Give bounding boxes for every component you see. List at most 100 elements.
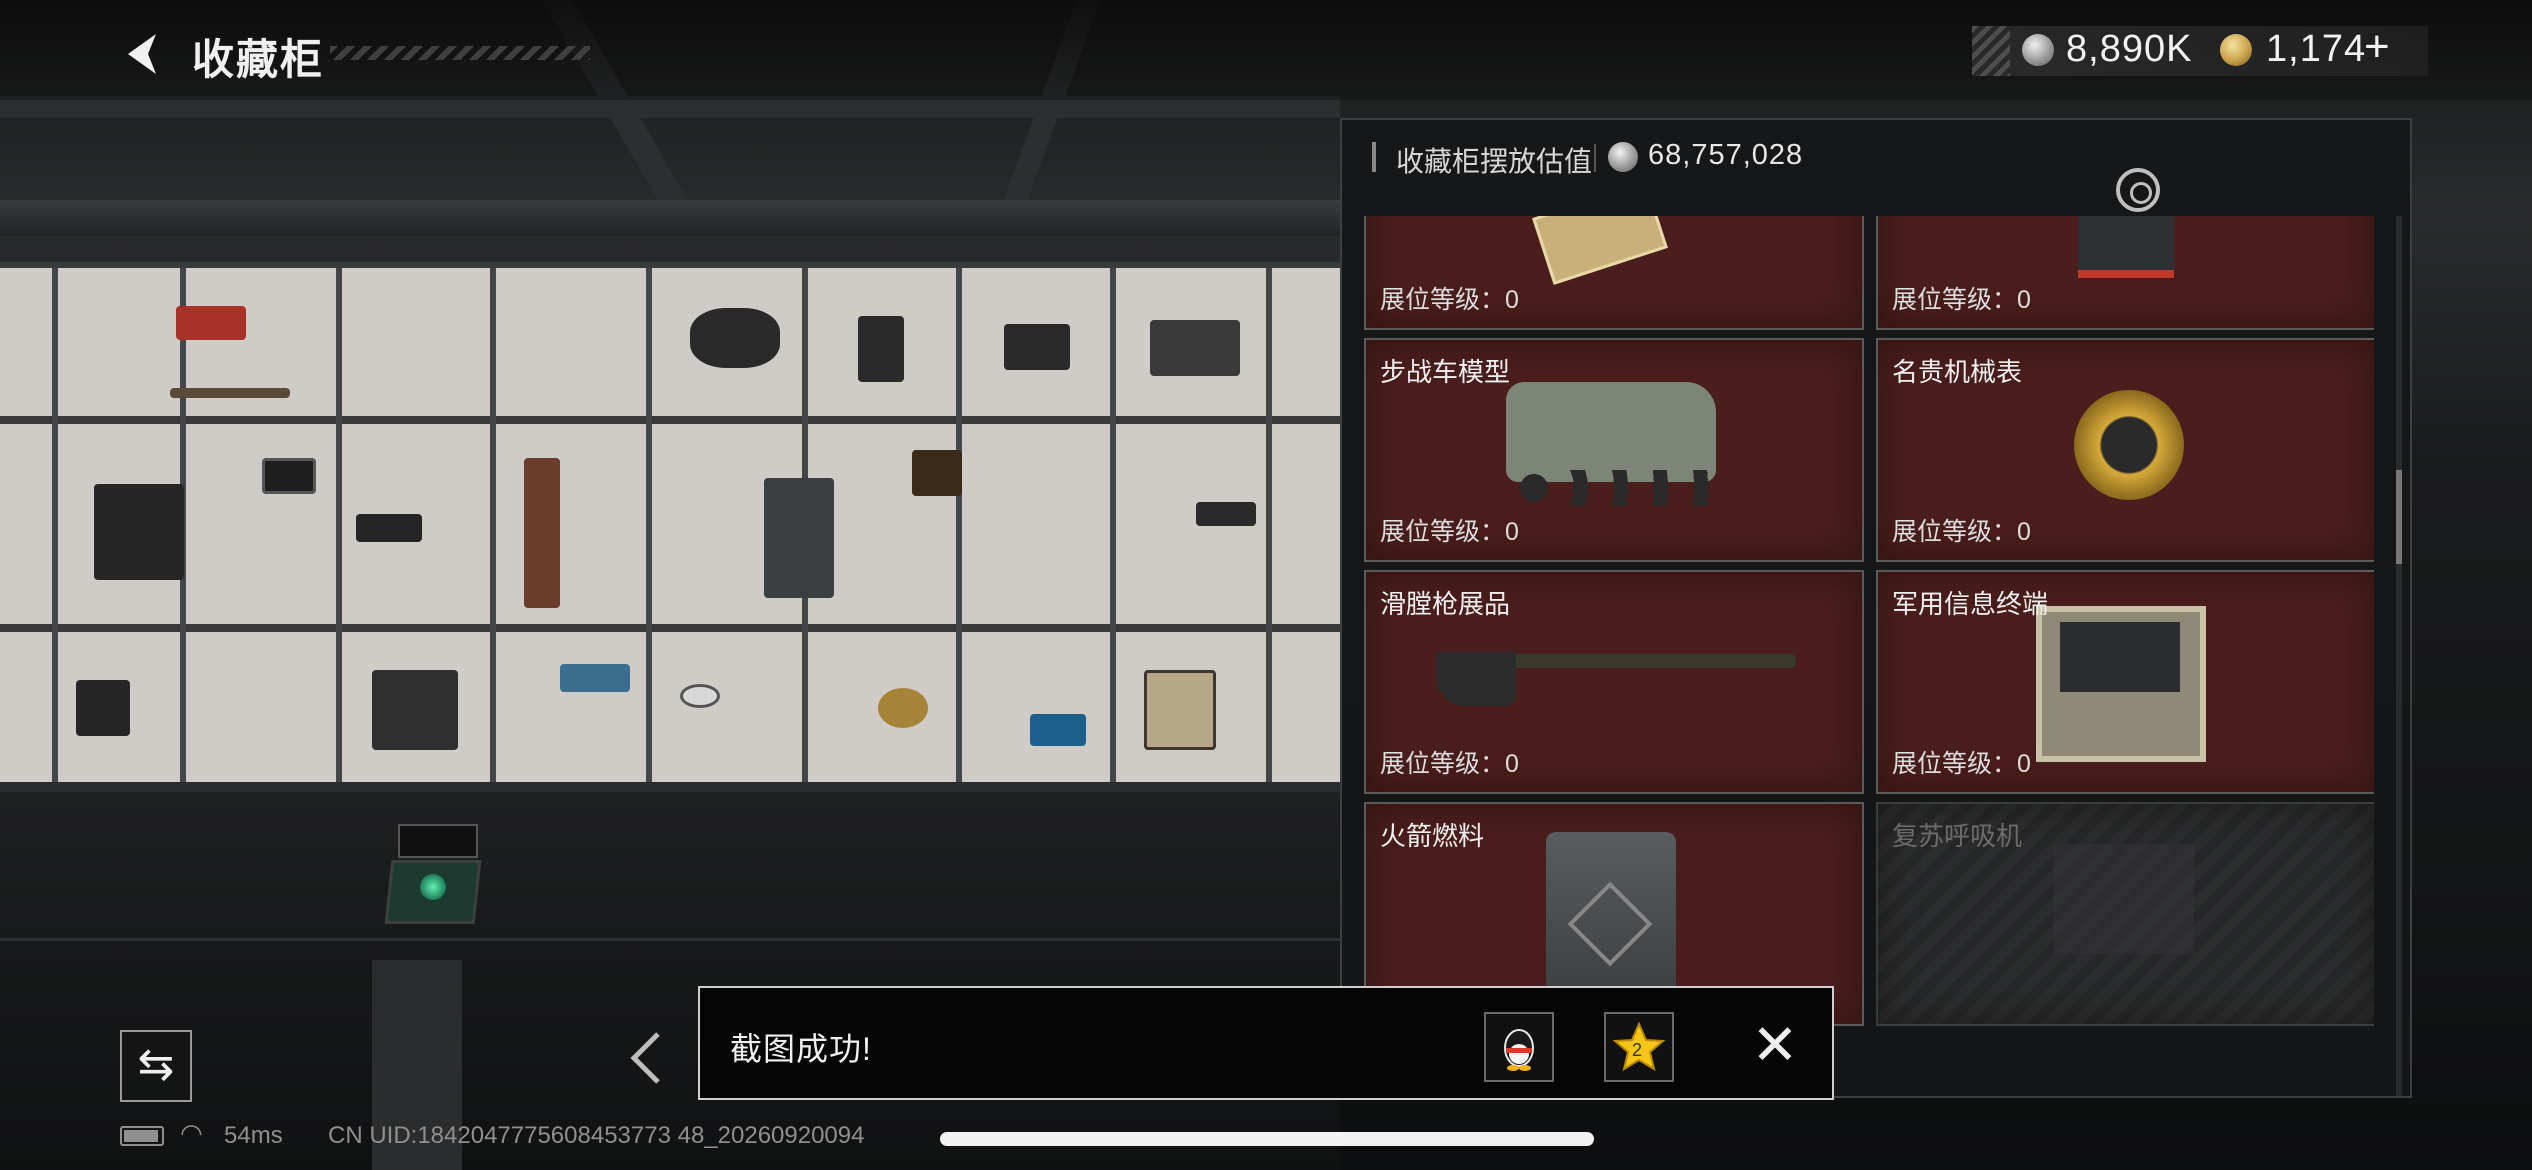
item-card[interactable]: 步战车模型 展位等级：0 <box>1364 338 1864 562</box>
item-card[interactable]: 军用信息终端 展位等级：0 <box>1876 570 2374 794</box>
collection-panel: 收藏柜摆放估值 68,757,028 展位等级：0 展位等级：0 步战车模型 展… <box>1340 118 2412 1098</box>
display-item[interactable] <box>372 670 458 750</box>
title-decoration <box>330 46 590 60</box>
item-image <box>1532 216 1668 285</box>
item-image-wheels <box>1516 470 1716 506</box>
shelf <box>0 624 1340 632</box>
display-item[interactable] <box>262 458 316 494</box>
terminal-glow-icon <box>420 874 446 900</box>
item-level: 展位等级：0 <box>1380 750 1519 778</box>
display-item[interactable] <box>524 458 560 608</box>
shelf-divider <box>1266 268 1272 782</box>
display-item[interactable] <box>680 684 720 708</box>
floor <box>0 792 1340 1170</box>
display-item[interactable] <box>690 308 780 368</box>
display-item[interactable] <box>858 316 904 382</box>
shelf-divider <box>490 268 496 782</box>
header-separator <box>1594 144 1596 172</box>
shelf-divider <box>646 268 652 782</box>
shelf-divider <box>336 268 342 782</box>
item-level: 展位等级：0 <box>1892 286 2031 314</box>
swap-arrows-icon: ⇆ <box>137 1040 175 1089</box>
display-item[interactable] <box>560 664 630 692</box>
silver-coin-icon <box>2022 34 2054 66</box>
share-qq-button[interactable] <box>1484 1012 1554 1082</box>
shelf <box>0 416 1340 424</box>
item-name: 步战车模型 <box>1380 357 1511 387</box>
floor-line <box>0 938 1340 941</box>
chevron-left-icon <box>128 34 156 74</box>
display-item[interactable] <box>1196 502 1256 526</box>
item-name: 军用信息终端 <box>1892 589 2049 619</box>
display-wall[interactable] <box>0 262 1340 792</box>
display-item[interactable] <box>764 478 834 598</box>
item-level: 展位等级：0 <box>1892 750 2031 778</box>
item-name: 滑膛枪展品 <box>1380 589 1511 619</box>
display-item[interactable] <box>912 450 962 496</box>
panel-header: 收藏柜摆放估值 68,757,028 <box>1342 120 2410 216</box>
item-image-screen <box>2060 622 2180 692</box>
item-image <box>1506 382 1716 482</box>
item-level: 展位等级：0 <box>1380 286 1519 314</box>
wifi-icon: ◠ <box>180 1118 203 1148</box>
gold-coin-icon <box>2220 34 2252 66</box>
item-image <box>2078 216 2174 278</box>
shelf-divider <box>1110 268 1116 782</box>
item-image <box>2054 844 2194 954</box>
display-item[interactable] <box>1004 324 1070 370</box>
display-item[interactable] <box>94 484 184 580</box>
uid-text: CN UID:1842047775608453773 48_2026092009… <box>328 1122 865 1149</box>
toast-message: 截图成功! <box>730 1031 872 1067</box>
terminal-sign <box>398 824 478 858</box>
item-name: 火箭燃料 <box>1380 821 1485 851</box>
previous-arrow-button[interactable] <box>626 1030 666 1086</box>
qq-icon <box>1504 1029 1534 1071</box>
shelf-divider <box>956 268 962 782</box>
battery-icon <box>120 1126 164 1146</box>
item-image <box>2074 390 2184 500</box>
ceiling-strip <box>0 200 1340 236</box>
display-item[interactable] <box>878 688 928 728</box>
display-item[interactable] <box>76 680 130 736</box>
item-card[interactable]: 滑膛枪展品 展位等级：0 <box>1364 570 1864 794</box>
close-toast-button[interactable]: ✕ <box>1740 1012 1810 1082</box>
item-name: 复苏呼吸机 <box>1892 821 2023 851</box>
item-grid[interactable]: 展位等级：0 展位等级：0 步战车模型 展位等级：0 名贵机械表 展位等级：0 … <box>1364 216 2374 1096</box>
item-card[interactable]: 展位等级：0 <box>1364 216 1864 330</box>
screenshot-toast: 截图成功! 2 ✕ <box>698 986 1834 1100</box>
item-level: 展位等级：0 <box>1892 518 2031 546</box>
share-qzone-button[interactable]: 2 <box>1604 1012 1674 1082</box>
display-item[interactable] <box>170 388 290 398</box>
valuation-value: 68,757,028 <box>1648 139 1804 171</box>
home-indicator[interactable] <box>940 1132 1594 1146</box>
scrollbar-track[interactable] <box>2396 216 2402 1096</box>
item-card[interactable]: 名贵机械表 展位等级：0 <box>1876 338 2374 562</box>
display-item[interactable] <box>1030 714 1086 746</box>
back-button[interactable] <box>118 28 170 80</box>
item-card[interactable]: 展位等级：0 <box>1876 216 2374 330</box>
item-name: 名贵机械表 <box>1892 357 2023 387</box>
silver-coin-icon <box>1608 142 1638 172</box>
display-item[interactable] <box>1144 670 1216 750</box>
display-item[interactable] <box>176 306 246 340</box>
currency-decoration <box>1972 26 2010 76</box>
silver-currency-value: 8,890K <box>2066 28 2193 70</box>
switch-view-button[interactable]: ⇆ <box>120 1030 192 1102</box>
scrollbar-thumb[interactable] <box>2396 470 2402 564</box>
item-card-locked[interactable]: 复苏呼吸机 <box>1876 802 2374 1026</box>
chevron-left-icon <box>630 1032 660 1084</box>
ping-text: 54ms <box>224 1122 283 1149</box>
display-item[interactable] <box>1150 320 1240 376</box>
target-icon <box>2116 168 2160 212</box>
item-image-stock <box>1436 652 1516 706</box>
display-item[interactable] <box>356 514 422 542</box>
header-accent-bar <box>1372 142 1376 172</box>
page-title: 收藏柜 <box>192 36 325 83</box>
svg-text:2: 2 <box>1632 1040 1642 1060</box>
valuation-label: 收藏柜摆放估值 <box>1396 146 1593 177</box>
item-level: 展位等级：0 <box>1380 518 1519 546</box>
shelf-divider <box>52 268 58 782</box>
qzone-icon: 2 <box>1612 1021 1666 1072</box>
add-currency-button[interactable]: + <box>2364 22 2390 72</box>
gold-currency-value: 1,174 <box>2266 28 2367 70</box>
